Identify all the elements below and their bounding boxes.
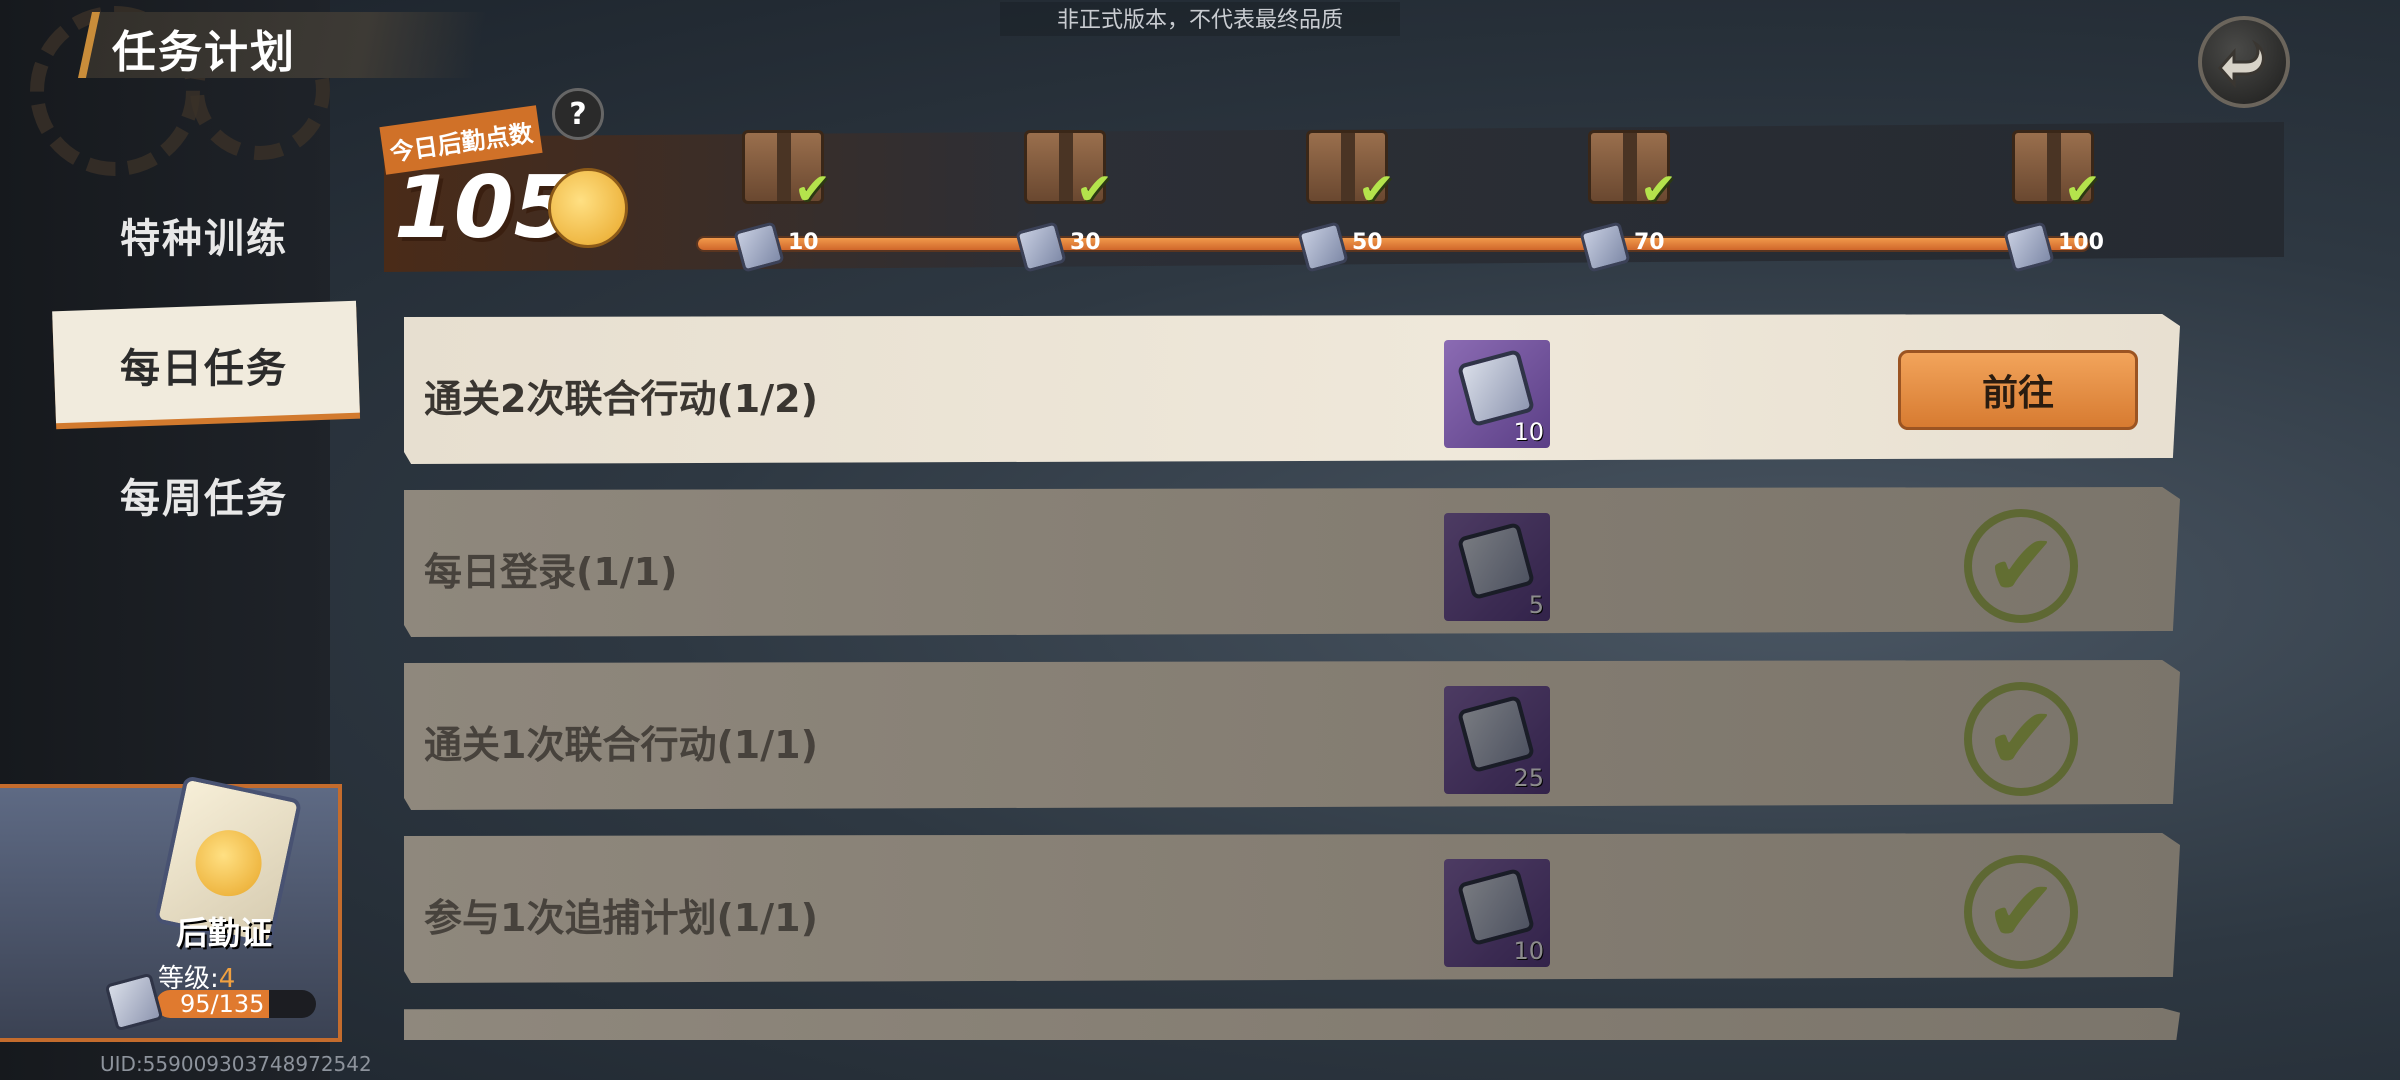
reward-item[interactable]: 10: [1444, 859, 1550, 967]
milestone-10[interactable]: ✔ 10: [704, 124, 854, 273]
question-icon: ?: [569, 96, 587, 132]
milestone-label: 100: [2058, 230, 2104, 255]
task-description: 通关2次联合行动(1/2): [424, 377, 818, 421]
milestone-label: 50: [1352, 230, 1383, 255]
task-row: 通关1次联合行动(1/1) 25 ✔: [404, 660, 2180, 810]
checkmark-icon: ✔: [1358, 164, 1395, 215]
logistics-card-title: 后勤证: [176, 914, 273, 952]
task-description: 每日登录(1/1): [424, 550, 678, 594]
milestone-70[interactable]: ✔ 70: [1550, 124, 1700, 273]
points-value: 105: [394, 158, 574, 258]
logistics-ticket-icon: [1579, 221, 1631, 273]
logistics-ticket-icon: [1297, 221, 1349, 273]
back-button[interactable]: [2198, 16, 2290, 108]
task-row: 每日登录(1/1) 5 ✔: [404, 487, 2180, 637]
completed-check-icon: ✔: [1964, 509, 2078, 623]
version-watermark: 非正式版本，不代表最终品质: [1000, 2, 1400, 36]
completed-check-icon: ✔: [1964, 682, 2078, 796]
reward-item[interactable]: 25: [1444, 686, 1550, 794]
logistics-ticket-icon: [1456, 521, 1536, 601]
milestone-label: 30: [1070, 230, 1101, 255]
checkmark-icon: ✔: [794, 164, 831, 215]
reward-count: 10: [1513, 937, 1544, 965]
logistics-ticket-icon: [1456, 867, 1536, 947]
logistics-ticket-icon: [1456, 694, 1536, 774]
reward-count: 5: [1528, 591, 1544, 619]
nav-item-weekly-tasks[interactable]: 每周任务: [120, 466, 288, 524]
task-row: 参与1次追捕计划(1/1) 10 ✔: [404, 833, 2180, 983]
checkmark-icon: ✔: [2064, 164, 2101, 215]
reward-item[interactable]: 5: [1444, 513, 1550, 621]
task-row-partial: [404, 1008, 2180, 1040]
mascot-icon: [548, 168, 628, 248]
milestone-30[interactable]: ✔ 30: [986, 124, 1136, 273]
user-id: UID:559009303748972542: [100, 1052, 372, 1076]
task-description: 参与1次追捕计划(1/1): [424, 896, 818, 940]
task-list[interactable]: 参与1次追捕计划(1/1) 10 ✔ 通关1次联合行动(1/1) 25 ✔ 每日登录(1/1…: [404, 314, 2180, 1040]
milestone-label: 10: [788, 230, 819, 255]
checkmark-icon: ✔: [1640, 164, 1677, 215]
logistics-ticket-icon: [1456, 348, 1536, 428]
help-button[interactable]: ?: [552, 88, 604, 140]
card-exp-text: 95/135: [180, 990, 265, 1018]
reward-count: 10: [1513, 418, 1544, 446]
task-description: 通关1次联合行动(1/1): [424, 723, 818, 767]
nav-item-special-training[interactable]: 特种训练: [120, 206, 288, 264]
milestone-label: 70: [1634, 230, 1665, 255]
back-arrow-icon: [2218, 39, 2265, 88]
checkmark-icon: ✔: [1076, 164, 1113, 215]
task-row: 通关2次联合行动(1/2) 10 前往: [404, 314, 2180, 464]
go-button[interactable]: 前往: [1898, 350, 2138, 430]
logistics-ticket-icon: [2003, 221, 2055, 273]
milestone-100[interactable]: ✔ 100: [1974, 124, 2124, 273]
reward-count: 25: [1513, 764, 1544, 792]
nav-item-daily-tasks[interactable]: 每日任务: [120, 336, 288, 394]
completed-check-icon: ✔: [1964, 855, 2078, 969]
milestone-50[interactable]: ✔ 50: [1268, 124, 1418, 273]
page-title: 任务计划: [112, 27, 296, 78]
reward-item[interactable]: 10: [1444, 340, 1550, 448]
